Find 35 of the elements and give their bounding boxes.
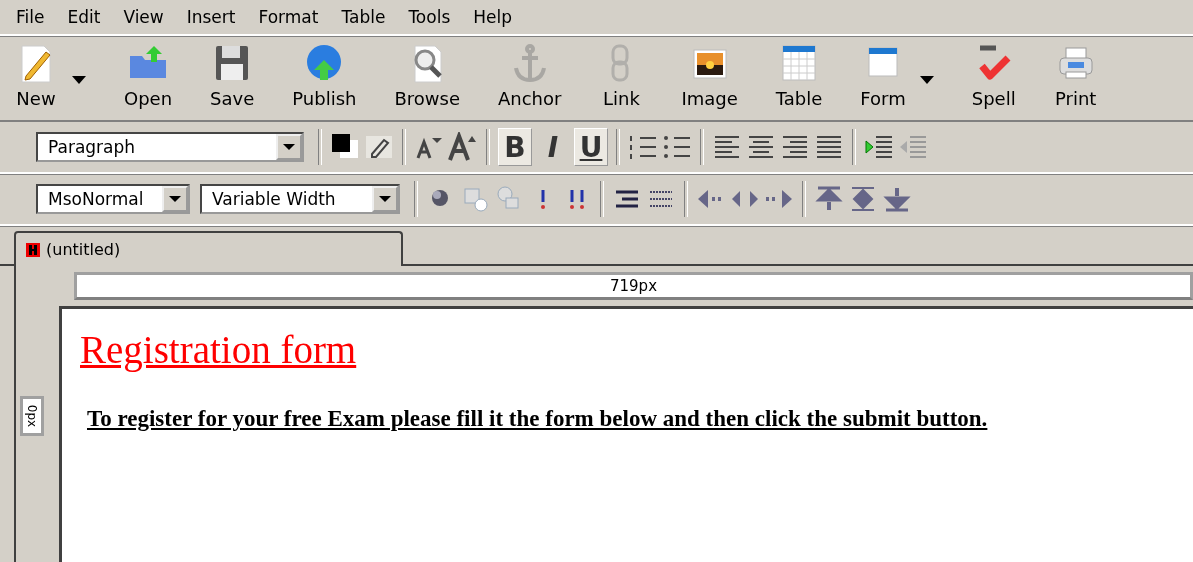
toolbar-button[interactable]: New xyxy=(8,42,92,109)
paragraph-text: To register for your free Exam please fill it the form below and then click the submit button. xyxy=(87,406,988,432)
heading-text: Registration form xyxy=(80,327,357,372)
menu-item[interactable]: Format xyxy=(248,7,332,27)
toolbar-button[interactable]: Form xyxy=(854,42,940,109)
horizontal-ruler: 719px xyxy=(74,272,1193,300)
larger-font-icon[interactable] xyxy=(448,132,478,162)
caret-icon[interactable] xyxy=(379,196,391,202)
menu-item[interactable]: View xyxy=(113,7,177,27)
document-tab[interactable]: (untitled) xyxy=(14,231,403,266)
toolbar-button[interactable]: Image xyxy=(675,42,744,109)
menu-item[interactable]: Tools xyxy=(398,7,464,27)
menu-item[interactable]: Table xyxy=(331,7,399,27)
menu-item[interactable]: Help xyxy=(463,7,526,27)
caret-icon[interactable] xyxy=(169,196,181,202)
dropdown-arrow-icon[interactable] xyxy=(72,76,86,84)
toolbar-button[interactable]: Publish xyxy=(286,42,363,109)
toolbar-button[interactable]: Spell xyxy=(965,42,1022,109)
font-dropdown[interactable]: Variable Width xyxy=(200,184,400,214)
class-dropdown[interactable]: MsoNormal xyxy=(36,184,190,214)
toolbar-button[interactable]: Table xyxy=(769,42,829,109)
toolbar-button[interactable]: Browse xyxy=(388,42,466,109)
underline-button[interactable]: U xyxy=(574,128,608,166)
menu-item[interactable]: Edit xyxy=(57,7,114,27)
caret-icon[interactable] xyxy=(283,144,295,150)
menu-item[interactable]: File xyxy=(6,7,58,27)
toolbar-button[interactable]: Save xyxy=(204,42,261,109)
vertical-ruler: 0px xyxy=(20,396,44,436)
paragraph-format-dropdown[interactable]: Paragraph xyxy=(36,132,304,162)
dropdown-arrow-icon[interactable] xyxy=(919,76,934,84)
bold-button[interactable]: B xyxy=(498,128,532,166)
menu-item[interactable]: Insert xyxy=(176,7,249,27)
italic-button[interactable]: I xyxy=(536,128,570,166)
toolbar-button[interactable]: Print xyxy=(1047,42,1104,109)
toolbar-button[interactable]: Open xyxy=(118,42,179,109)
